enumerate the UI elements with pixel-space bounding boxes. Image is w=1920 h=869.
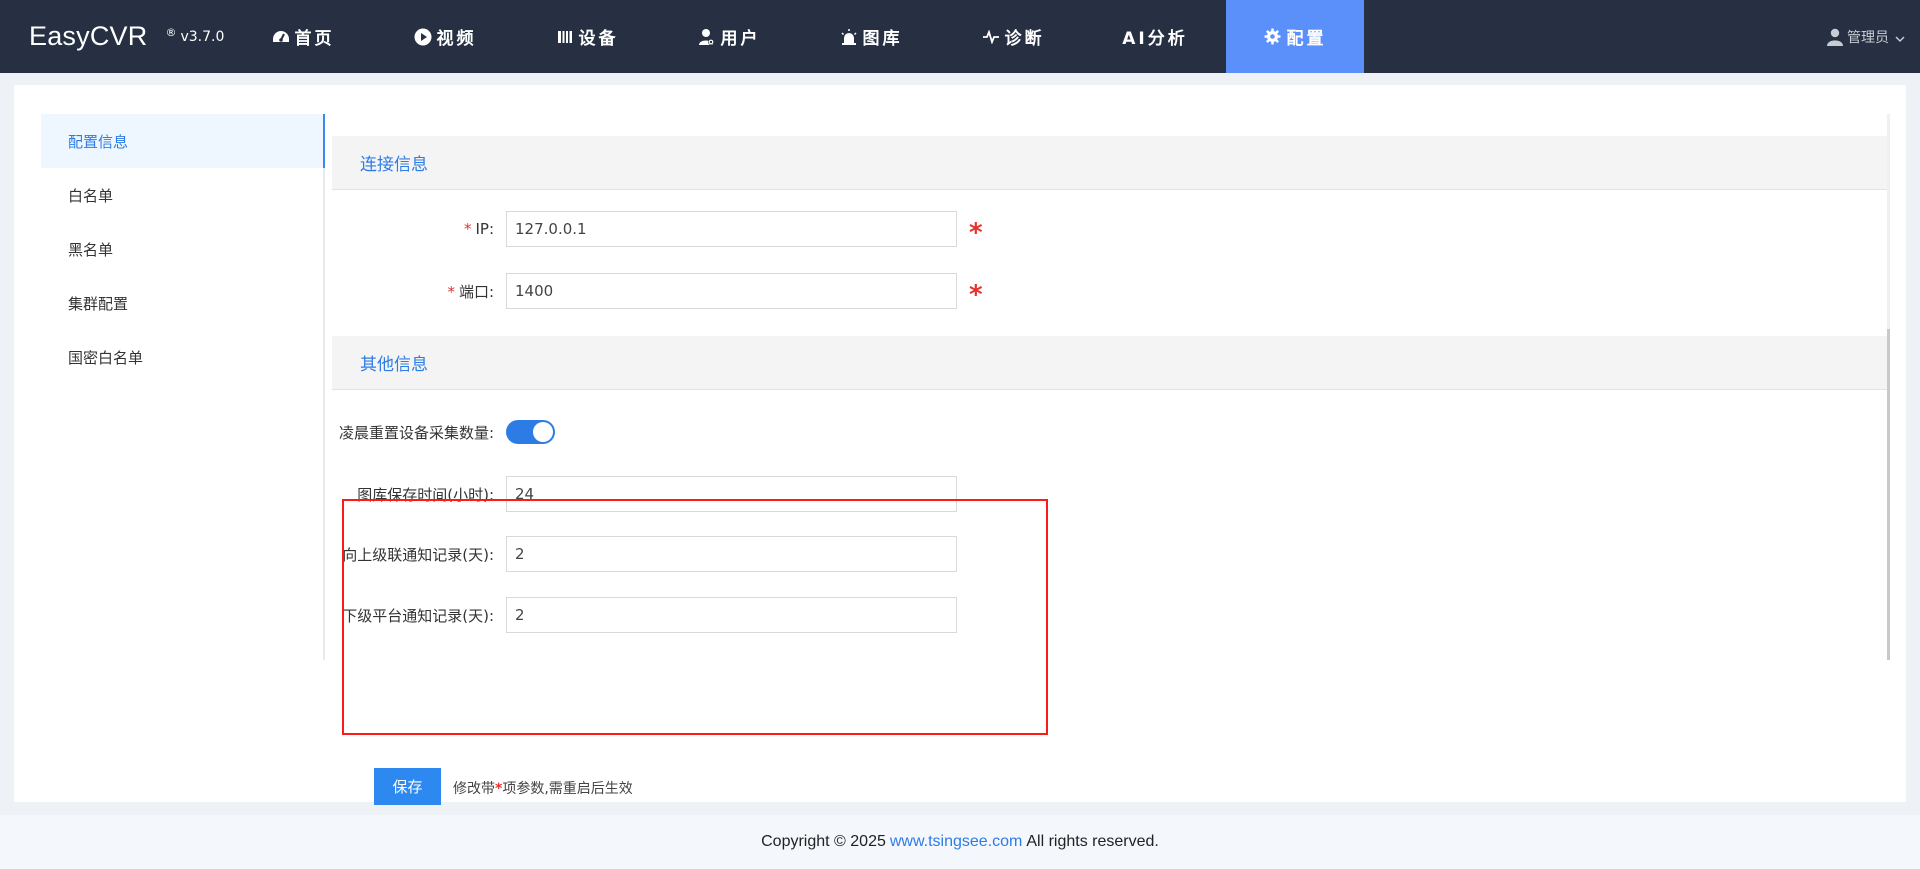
top-navbar: EasyCVR ® v3.7.0 首页 视频 设备 用户 图库 诊断 AI分析 …	[0, 0, 1920, 73]
footer-link[interactable]: www.tsingsee.com	[890, 833, 1023, 851]
scrollbar-thumb[interactable]	[1887, 329, 1890, 660]
config-sidebar: 配置信息 白名单 黑名单 集群配置 国密白名单	[41, 114, 325, 660]
sidebar-item-label: 黑名单	[68, 240, 114, 259]
nav-ai-analysis-label: AI分析	[1122, 29, 1188, 49]
chevron-down-icon	[1895, 32, 1905, 42]
brand-registered-mark: ®	[165, 26, 177, 39]
nav-diagnosis-label: 诊断	[1004, 29, 1045, 49]
user-menu[interactable]: 管理员	[1827, 0, 1905, 73]
required-star-icon: *	[969, 280, 983, 310]
nav-home-label: 首页	[294, 29, 335, 49]
footer-rights: All rights reserved.	[1026, 833, 1159, 850]
form-row-ip: *IP: *	[332, 211, 1332, 247]
gear-icon	[1264, 28, 1282, 46]
device-icon	[556, 28, 574, 46]
nav-video[interactable]: 视频	[374, 0, 516, 73]
nav-config[interactable]: 配置	[1226, 0, 1364, 73]
sidebar-item-sm-whitelist[interactable]: 国密白名单	[41, 330, 323, 384]
sidebar-item-blacklist[interactable]: 黑名单	[41, 222, 323, 276]
section-title: 其他信息	[360, 355, 428, 375]
form-row-lower: 下级平台通知记录(天):	[332, 597, 1332, 633]
save-note: 修改带*项参数,需重启后生效	[453, 781, 633, 797]
main-nav: 首页 视频 设备 用户 图库 诊断 AI分析 配置	[232, 0, 1364, 73]
brand[interactable]: EasyCVR ® v3.7.0	[29, 0, 224, 73]
sidebar-item-label: 配置信息	[68, 132, 129, 151]
nav-device-label: 设备	[578, 29, 619, 49]
config-content: 连接信息 *IP: * *端口: * 其他信息 凌晨重置设备采集数量: 图库保存…	[332, 114, 1890, 660]
gallery-retention-input[interactable]	[506, 476, 957, 512]
section-other-header: 其他信息	[332, 336, 1887, 390]
user-name: 管理员	[1847, 29, 1889, 46]
required-mark: *	[447, 282, 455, 301]
section-connection-header: 连接信息	[332, 136, 1887, 190]
upper-notify-input[interactable]	[506, 536, 957, 572]
form-row-port: *端口: *	[332, 273, 1332, 309]
nav-home[interactable]: 首页	[232, 0, 374, 73]
sidebar-item-whitelist[interactable]: 白名单	[41, 168, 323, 222]
nav-diagnosis[interactable]: 诊断	[942, 0, 1084, 73]
user-icon	[698, 28, 716, 46]
reset-count-toggle[interactable]	[506, 420, 555, 444]
sidebar-item-label: 集群配置	[68, 294, 129, 313]
nav-gallery-label: 图库	[862, 29, 903, 49]
nav-video-label: 视频	[436, 29, 477, 49]
gallery-retention-label: 图库保存时间(小时):	[357, 485, 494, 504]
nav-user[interactable]: 用户	[658, 0, 800, 73]
brand-name: EasyCVR	[29, 21, 148, 51]
sidebar-item-label: 白名单	[68, 186, 114, 205]
section-title: 连接信息	[360, 155, 428, 175]
lower-notify-input[interactable]	[506, 597, 957, 633]
lower-notify-label: 下级平台通知记录(天):	[342, 606, 494, 625]
nav-device[interactable]: 设备	[516, 0, 658, 73]
port-input[interactable]	[506, 273, 957, 309]
nav-gallery[interactable]: 图库	[800, 0, 942, 73]
required-mark: *	[463, 220, 472, 238]
main-panel: 配置信息 白名单 黑名单 集群配置 国密白名单 连接信息 *IP: * *端口:…	[14, 85, 1906, 805]
required-star-icon: *	[969, 218, 983, 248]
dashboard-icon	[272, 28, 290, 46]
sidebar-item-cluster[interactable]: 集群配置	[41, 276, 323, 330]
user-avatar-icon	[1827, 28, 1843, 46]
sidebar-item-config-info[interactable]: 配置信息	[41, 114, 325, 168]
save-button[interactable]: 保存	[374, 768, 441, 805]
port-label: * 端口:	[447, 282, 494, 301]
form-row-reset: 凌晨重置设备采集数量:	[332, 414, 1332, 450]
upper-notify-label: 向上级联通知记录(天):	[342, 545, 494, 564]
form-row-upper: 向上级联通知记录(天):	[332, 536, 1332, 572]
footer-copyright: Copyright © 2025	[761, 833, 886, 850]
alarm-icon	[840, 28, 858, 46]
toggle-knob	[533, 422, 553, 442]
ip-input[interactable]	[506, 211, 957, 247]
ip-label: * IP:	[463, 220, 494, 238]
footer: Copyright © 2025 www.tsingsee.com All ri…	[0, 815, 1920, 869]
brand-version: v3.7.0	[180, 28, 225, 45]
nav-ai-analysis[interactable]: AI分析	[1084, 0, 1226, 73]
sidebar-item-label: 国密白名单	[68, 348, 144, 367]
form-row-gallery: 图库保存时间(小时):	[332, 476, 1332, 512]
pulse-icon	[982, 28, 1000, 46]
reset-label: 凌晨重置设备采集数量:	[338, 423, 494, 442]
play-icon	[414, 28, 432, 46]
nav-config-label: 配置	[1286, 29, 1327, 49]
nav-user-label: 用户	[720, 29, 761, 49]
